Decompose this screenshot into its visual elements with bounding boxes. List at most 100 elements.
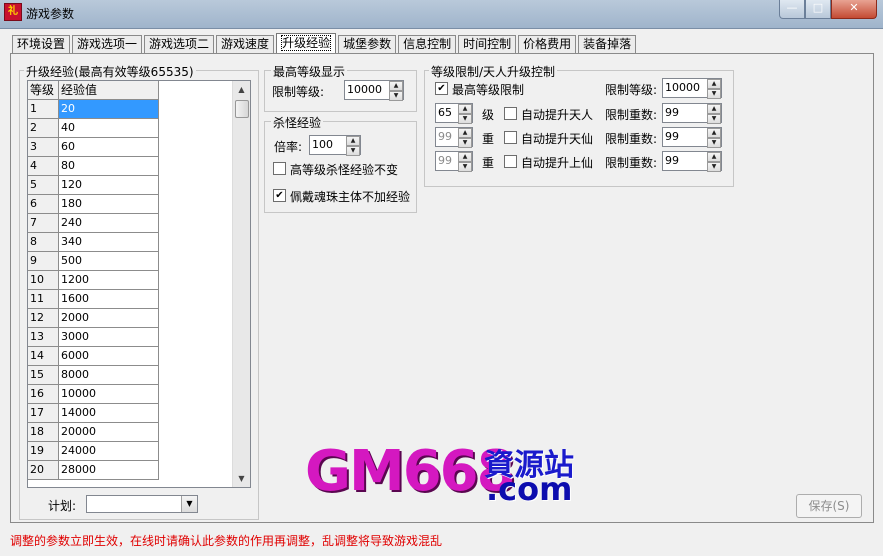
exp-cell[interactable]: 20000 xyxy=(59,423,159,442)
exp-cell[interactable]: 240 xyxy=(59,214,159,233)
kill-exp-rate-label: 倍率: xyxy=(274,140,303,154)
spin-down-icon[interactable]: ▼ xyxy=(707,114,721,124)
spin-up-icon[interactable]: ▲ xyxy=(707,152,721,162)
exp-cell[interactable]: 14000 xyxy=(59,404,159,423)
tab-info-control[interactable]: 信息控制 xyxy=(398,35,457,53)
level-limit-title: 等级限制/天人升级控制 xyxy=(429,63,558,80)
heaven-immortal-limit-value[interactable]: 99 xyxy=(665,130,679,143)
spin-up-icon[interactable]: ▲ xyxy=(707,104,721,114)
auto-promote-heaven-man-checkbox[interactable] xyxy=(504,107,517,120)
save-button[interactable]: 保存(S) xyxy=(796,494,862,518)
tab-equip-drop[interactable]: 装备掉落 xyxy=(578,35,637,53)
spin-up-icon[interactable]: ▲ xyxy=(389,81,403,91)
exp-group-title: 升级经验(最高有效等级65535) xyxy=(24,63,196,80)
spin-down-icon[interactable]: ▼ xyxy=(458,138,472,148)
title-bar[interactable]: 礼 游戏参数 — □ ✕ xyxy=(0,0,883,29)
tier-unit-label: 重 xyxy=(482,156,495,170)
tab-game-options-2[interactable]: 游戏选项二 xyxy=(144,35,215,53)
exp-cell[interactable]: 3000 xyxy=(59,328,159,347)
level-cell: 2 xyxy=(28,119,59,138)
limit-level-spinner[interactable]: 10000 ▲ ▼ xyxy=(662,78,722,99)
auto-promote-upper-immortal-checkbox[interactable] xyxy=(504,155,517,168)
spin-down-icon[interactable]: ▼ xyxy=(389,91,403,101)
tab-level-exp[interactable]: 升级经验 xyxy=(276,33,337,53)
spin-down-icon[interactable]: ▼ xyxy=(707,162,721,172)
spin-down-icon[interactable]: ▼ xyxy=(346,146,360,156)
exp-cell[interactable]: 28000 xyxy=(59,461,159,480)
exp-cell[interactable]: 80 xyxy=(59,157,159,176)
heaven-immortal-limit-spinner[interactable]: 99 ▲ ▼ xyxy=(662,127,722,148)
exp-cell[interactable]: 10000 xyxy=(59,385,159,404)
spin-up-icon[interactable]: ▲ xyxy=(346,136,360,146)
exp-cell[interactable]: 1200 xyxy=(59,271,159,290)
exp-cell[interactable]: 500 xyxy=(59,252,159,271)
exp-cell[interactable]: 6000 xyxy=(59,347,159,366)
tab-castle-params[interactable]: 城堡参数 xyxy=(338,35,397,53)
upper-immortal-tier-spinner[interactable]: 99 ▲ ▼ xyxy=(435,151,473,172)
spin-up-icon[interactable]: ▲ xyxy=(707,128,721,138)
chevron-down-icon[interactable]: ▼ xyxy=(181,496,197,512)
upper-immortal-limit-value[interactable]: 99 xyxy=(665,154,679,167)
upper-immortal-limit-spinner[interactable]: 99 ▲ ▼ xyxy=(662,151,722,172)
auto-promote-heaven-immortal-label: 自动提升天仙 xyxy=(521,132,594,146)
max-level-limit-value[interactable]: 10000 xyxy=(347,83,382,96)
spin-up-icon[interactable]: ▲ xyxy=(458,128,472,138)
exp-table-scrollbar[interactable]: ▲ ▼ xyxy=(232,81,250,487)
heaven-immortal-tier-spinner[interactable]: 99 ▲ ▼ xyxy=(435,127,473,148)
level-cell: 13 xyxy=(28,328,59,347)
spin-up-icon[interactable]: ▲ xyxy=(458,104,472,114)
exp-cell[interactable]: 2000 xyxy=(59,309,159,328)
tab-price-fee[interactable]: 价格费用 xyxy=(518,35,577,53)
heaven-immortal-tier-value[interactable]: 99 xyxy=(438,130,452,143)
exp-table[interactable]: 等级 1 2 3 4 5 6 7 8 9 10 11 12 13 14 15 1… xyxy=(27,80,251,488)
level-cell: 9 xyxy=(28,252,59,271)
max-level-limit-checkbox[interactable]: ✔ xyxy=(435,82,448,95)
watermark-logo-com: .com xyxy=(486,470,573,508)
spin-up-icon[interactable]: ▲ xyxy=(707,79,721,89)
spin-down-icon[interactable]: ▼ xyxy=(707,89,721,99)
scroll-thumb[interactable] xyxy=(235,100,249,118)
exp-cell[interactable]: 24000 xyxy=(59,442,159,461)
exp-cell[interactable]: 340 xyxy=(59,233,159,252)
spin-down-icon[interactable]: ▼ xyxy=(458,114,472,124)
kill-exp-rate-spinner[interactable]: 100 ▲ ▼ xyxy=(309,135,361,156)
exp-cell[interactable]: 1600 xyxy=(59,290,159,309)
exp-cell[interactable]: 60 xyxy=(59,138,159,157)
plan-select[interactable]: ▼ xyxy=(86,495,198,513)
exp-cell[interactable]: 8000 xyxy=(59,366,159,385)
level-cell: 20 xyxy=(28,461,59,480)
scroll-up-icon[interactable]: ▲ xyxy=(233,81,250,98)
minimize-button[interactable]: — xyxy=(779,0,805,19)
tab-game-speed[interactable]: 游戏速度 xyxy=(216,35,275,53)
auto-promote-heaven-immortal-checkbox[interactable] xyxy=(504,131,517,144)
kill-exp-rate-value[interactable]: 100 xyxy=(312,138,333,151)
spin-down-icon[interactable]: ▼ xyxy=(707,138,721,148)
heaven-man-limit-spinner[interactable]: 99 ▲ ▼ xyxy=(662,103,722,124)
exp-cell[interactable]: 180 xyxy=(59,195,159,214)
tab-game-options-1[interactable]: 游戏选项一 xyxy=(72,35,143,53)
level-cell: 4 xyxy=(28,157,59,176)
exp-cell[interactable]: 120 xyxy=(59,176,159,195)
high-level-exp-unchanged-checkbox[interactable] xyxy=(273,162,286,175)
close-button[interactable]: ✕ xyxy=(831,0,877,19)
spin-up-icon[interactable]: ▲ xyxy=(458,152,472,162)
limit-tier-label: 限制重数: xyxy=(605,132,658,146)
exp-cell[interactable]: 40 xyxy=(59,119,159,138)
scroll-down-icon[interactable]: ▼ xyxy=(233,470,250,487)
tab-environment[interactable]: 环境设置 xyxy=(12,35,71,53)
spin-down-icon[interactable]: ▼ xyxy=(458,162,472,172)
upper-immortal-tier-value[interactable]: 99 xyxy=(438,154,452,167)
level-cell: 18 xyxy=(28,423,59,442)
limit-tier-label: 限制重数: xyxy=(605,156,658,170)
tab-time-control[interactable]: 时间控制 xyxy=(458,35,517,53)
limit-level-label: 限制等级: xyxy=(605,83,658,97)
heaven-man-level-spinner[interactable]: 65 ▲ ▼ xyxy=(435,103,473,124)
exp-cell[interactable]: 20 xyxy=(59,100,159,119)
heaven-man-level-value[interactable]: 65 xyxy=(438,106,452,119)
soul-bead-no-exp-checkbox[interactable]: ✔ xyxy=(273,189,286,202)
limit-level-value[interactable]: 10000 xyxy=(665,81,700,94)
maximize-button[interactable]: □ xyxy=(805,0,831,19)
heaven-man-limit-value[interactable]: 99 xyxy=(665,106,679,119)
level-cell: 19 xyxy=(28,442,59,461)
max-level-limit-spinner[interactable]: 10000 ▲ ▼ xyxy=(344,80,404,101)
